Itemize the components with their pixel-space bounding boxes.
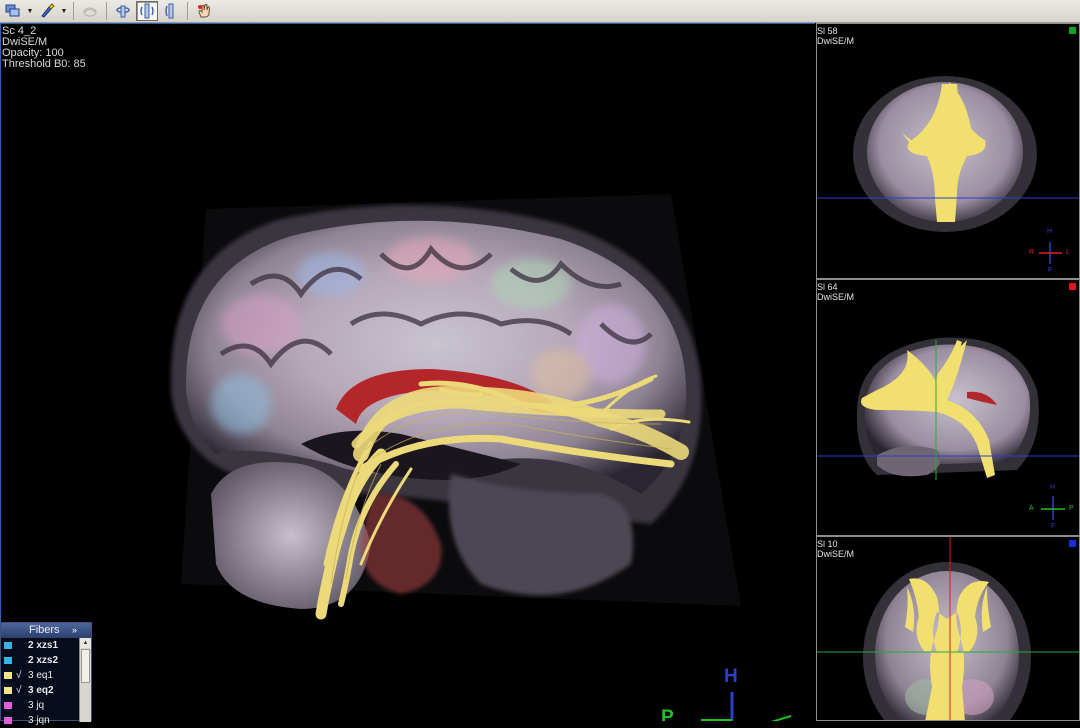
fiber-color-swatch[interactable] (4, 687, 12, 694)
fibers-list: 2 xzs1 2 xzs2 √ 3 eq1 √ 3 eq2 3 jq 3 jqn (1, 638, 91, 728)
brush-icon[interactable] (36, 1, 58, 21)
eraser-icon[interactable] (79, 1, 101, 21)
viewport-axial[interactable]: Sl 10 DwiSE/M (816, 536, 1080, 721)
fiber-list-item[interactable]: √ 3 eq1 (1, 668, 91, 683)
toolbar-separator (187, 2, 188, 20)
axis-label-posterior: P (661, 707, 674, 721)
fiber-color-swatch[interactable] (4, 702, 12, 709)
toolbar: ▼ ▼ (0, 0, 1080, 23)
coronal-image (817, 76, 1079, 264)
fiber-name-label: 2 xzs2 (28, 655, 59, 666)
orient-foot-label: F (1048, 267, 1053, 274)
fiber-color-swatch[interactable] (4, 642, 12, 649)
orient-right-label: R (1029, 249, 1035, 256)
sagittal-image (817, 337, 1079, 520)
fiber-name-label: 3 jq (28, 700, 45, 711)
fibers-scrollbar[interactable]: ▲ (79, 638, 91, 722)
fiber-name-label: 3 eq1 (28, 670, 54, 681)
fibers-panel-header: Fibers » (1, 623, 91, 638)
orientation-cross (1041, 496, 1065, 520)
orientation-cross (1039, 242, 1062, 264)
orient-anterior-label: A (1029, 505, 1034, 512)
axis-label-head: H (724, 666, 738, 687)
fibers-panel: Fibers » 2 xzs1 2 xzs2 √ 3 eq1 √ 3 eq2 3 jq 3 j… (0, 622, 92, 726)
scroll-thumb[interactable] (81, 649, 90, 683)
fiber-list-item[interactable]: 3 jq (1, 698, 91, 713)
hand-pan-icon[interactable] (193, 1, 215, 21)
rotate-axial-icon[interactable] (112, 1, 134, 21)
main-3d-view[interactable]: Sc 4_2 DwiSE/M Opacity: 100 Threshold B0… (0, 23, 815, 721)
fiber-color-swatch[interactable] (4, 657, 12, 664)
fibers-panel-title: Fibers (29, 624, 60, 636)
viewport-coronal[interactable]: Sl 58 DwiSE/M R L H F (816, 23, 1080, 279)
layers-icon[interactable] (2, 1, 24, 21)
fiber-list-item[interactable]: 2 xzs2 (1, 653, 91, 668)
orient-foot-label: F (1051, 523, 1056, 530)
orient-head-label: H (1047, 228, 1053, 235)
axial-image (817, 537, 1079, 720)
fiber-visibility-checkbox[interactable]: √ (16, 683, 22, 698)
orient-left-label: L (1066, 249, 1070, 256)
orientation-axis-glyph (701, 692, 792, 721)
viewport-sagittal[interactable]: Sl 64 DwiSE/M A P H F (816, 279, 1080, 536)
sagittal-volume-render (170, 194, 792, 721)
fiber-name-label: 3 eq2 (28, 685, 54, 696)
toolbar-separator (106, 2, 107, 20)
brush-dropdown-icon[interactable]: ▼ (60, 1, 68, 21)
fiber-visibility-checkbox[interactable]: √ (16, 668, 22, 683)
fiber-list-item[interactable]: 2 xzs1 (1, 638, 91, 653)
fiber-color-swatch[interactable] (4, 672, 12, 679)
scroll-up-icon[interactable]: ▲ (80, 638, 91, 648)
rotate-sagittal-icon[interactable] (136, 1, 158, 21)
orient-head-label: H (1050, 484, 1056, 491)
toolbar-separator (73, 2, 74, 20)
expand-icon[interactable]: » (72, 623, 77, 638)
rotate-coronal-icon[interactable] (160, 1, 182, 21)
layers-dropdown-icon[interactable]: ▼ (26, 1, 34, 21)
fiber-name-label: 2 xzs1 (28, 640, 59, 651)
orient-posterior-label: P (1069, 505, 1074, 512)
fiber-list-item[interactable]: √ 3 eq2 (1, 683, 91, 698)
